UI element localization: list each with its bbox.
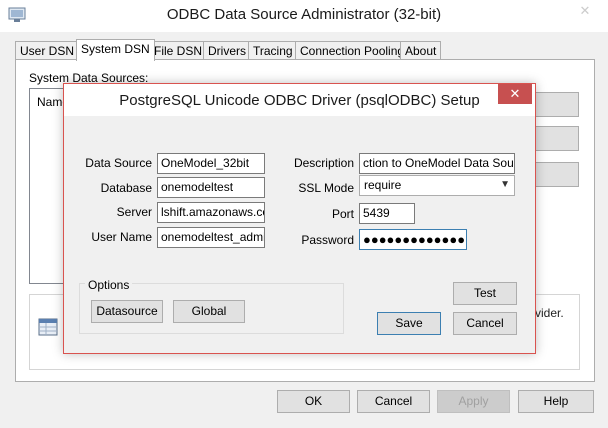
database-field[interactable]: onemodeltest	[157, 177, 265, 198]
user-name-label: User Name	[91, 230, 152, 244]
help-button[interactable]: Help	[518, 390, 594, 413]
database-label: Database	[100, 181, 152, 195]
datasource-button[interactable]: Datasource	[91, 300, 163, 323]
tab-drivers[interactable]: Drivers	[203, 41, 251, 60]
description-label: Description	[293, 156, 354, 170]
tab-connection-pooling[interactable]: Connection Pooling	[295, 41, 410, 60]
tab-system-dsn[interactable]: System DSN	[76, 39, 155, 61]
tab-user-dsn[interactable]: User DSN	[15, 41, 80, 60]
password-label: Password	[301, 233, 354, 247]
dialog-close-button[interactable]: ✕	[498, 84, 532, 104]
ssl-mode-value: require	[364, 178, 402, 192]
server-label: Server	[116, 205, 152, 219]
dialog-cancel-button[interactable]: Cancel	[453, 312, 517, 335]
info-text: vider.	[535, 306, 564, 320]
options-label: Options	[85, 278, 133, 292]
outer-cancel-button[interactable]: Cancel	[357, 390, 430, 413]
close-icon: ✕	[509, 86, 521, 101]
database-icon	[38, 318, 58, 336]
server-field[interactable]: lshift.amazonaws.com	[157, 202, 265, 223]
ok-button[interactable]: OK	[277, 390, 350, 413]
description-field[interactable]: ction to OneModel Data Source	[359, 153, 515, 174]
outer-close-button[interactable]: ✕	[562, 0, 608, 22]
dialog-title: PostgreSQL Unicode ODBC Driver (psqlODBC…	[119, 92, 480, 109]
test-button[interactable]: Test	[453, 282, 517, 305]
chevron-down-icon: ▼	[500, 179, 510, 190]
apply-button[interactable]: Apply	[437, 390, 510, 413]
close-icon: ✕	[579, 3, 591, 18]
ssl-mode-label: SSL Mode	[298, 181, 354, 195]
data-source-label: Data Source	[85, 156, 152, 170]
tab-file-dsn[interactable]: File DSN	[149, 41, 208, 60]
ssl-mode-select[interactable]: require ▼	[359, 175, 515, 196]
global-button[interactable]: Global	[173, 300, 245, 323]
password-field[interactable]: ●●●●●●●●●●●●●	[359, 229, 467, 250]
outer-window-title: ODBC Data Source Administrator (32-bit)	[166, 6, 442, 23]
port-field[interactable]: 5439	[359, 203, 415, 224]
user-name-field[interactable]: onemodeltest_admin	[157, 227, 265, 248]
data-source-field[interactable]: OneModel_32bit	[157, 153, 265, 174]
port-label: Port	[331, 207, 354, 221]
save-button[interactable]: Save	[377, 312, 441, 335]
tab-tracing[interactable]: Tracing	[248, 41, 298, 60]
tab-about[interactable]: About	[400, 41, 442, 60]
